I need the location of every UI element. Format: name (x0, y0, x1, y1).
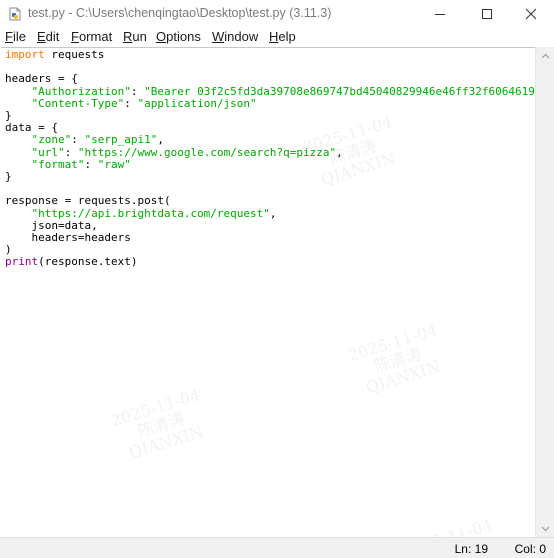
menu-bar: File Edit Format Run Options Window Help (0, 28, 554, 47)
separator: : (71, 133, 85, 147)
menu-window[interactable]: Window (212, 29, 258, 44)
code-line-15: json=data, (5, 218, 98, 232)
code-line-3: headers = { (5, 72, 78, 86)
status-column-number: Col: 0 (514, 542, 546, 556)
menu-edit-label: dit (45, 29, 60, 44)
menu-help-label: elp (278, 29, 296, 44)
code-line-11: } (5, 170, 12, 184)
separator: : (84, 157, 98, 171)
string-literal: "application/json" (137, 96, 257, 110)
menu-format[interactable]: Format (71, 29, 112, 44)
code-line-10: "format": "raw" (5, 158, 131, 171)
watermark: 2025-11-04 (400, 515, 495, 538)
close-button[interactable] (508, 0, 554, 28)
keyword-import: import (5, 48, 45, 61)
code-line-16: headers=headers (5, 231, 131, 245)
scroll-up-button[interactable] (536, 47, 554, 64)
minimize-icon (435, 14, 445, 15)
minimize-button[interactable] (417, 0, 463, 28)
chevron-up-icon (541, 53, 550, 58)
string-literal: "Bearer 03f2c5fd3da39708e869747bd4504082… (144, 84, 535, 98)
menu-file-mnemonic: F (5, 29, 13, 44)
code-line-7: data = { (5, 121, 58, 135)
menu-options[interactable]: Options (156, 29, 201, 44)
status-line-number: Ln: 19 (454, 542, 488, 556)
separator: : (64, 145, 78, 159)
string-literal: "format" (31, 157, 85, 171)
menu-window-label: indow (224, 29, 259, 44)
menu-run-label: un (132, 29, 147, 44)
code-line-1: import requests (5, 48, 104, 61)
code-line-17: ) (5, 243, 12, 257)
builtin-print: print (5, 255, 39, 269)
string-literal: "Content-Type" (31, 96, 125, 110)
python-file-icon (9, 7, 21, 21)
watermark-date: 2025-11-04 (345, 320, 440, 366)
separator: : (124, 96, 138, 110)
print-args: (response.text) (38, 255, 138, 269)
code-line-5: "Content-Type": "application/json" (5, 97, 257, 110)
string-literal: "https://api.brightdata.com/request" (31, 206, 270, 220)
watermark-name: 陈清涛 (135, 408, 187, 441)
vertical-scrollbar[interactable] (535, 47, 554, 537)
string-literal: "serp_api1" (84, 133, 158, 147)
menu-format-label: ormat (78, 29, 113, 44)
menu-format-mnemonic: F (71, 29, 79, 44)
title-bar[interactable]: test.py - C:\Users\chenqingtao\Desktop\t… (0, 0, 554, 28)
string-literal: "url" (31, 145, 65, 159)
import-target: requests (44, 48, 105, 61)
watermark-date: 2025-11-04 (108, 385, 203, 431)
watermark-date: 2025-11-04 (400, 515, 495, 538)
menu-file-label: ile (12, 29, 26, 44)
menu-edit[interactable]: Edit (37, 29, 59, 44)
watermark: 2025-11-04 陈清涛 QIANXIN (108, 385, 213, 465)
watermark-org: QIANXIN (126, 421, 206, 463)
code-line-18: print(response.text) (5, 255, 137, 268)
code-line-14: "https://api.brightdata.com/request", (5, 207, 277, 220)
string-literal: "Authorization" (31, 84, 131, 98)
code-line-4: "Authorization": "Bearer 03f2c5fd3da3970… (5, 85, 535, 98)
menu-run[interactable]: Run (123, 29, 147, 44)
watermark: 2025-11-04 陈清涛 QIANXIN (345, 320, 450, 400)
window-title: test.py - C:\Users\chenqingtao\Desktop\t… (28, 6, 332, 20)
code-line-13: response = requests.post( (5, 194, 171, 208)
code-line-6: } (5, 109, 12, 123)
scroll-down-button[interactable] (536, 520, 554, 537)
code-text: import requests headers = { "Authorizati… (5, 48, 535, 269)
string-literal: "raw" (97, 157, 131, 171)
string-literal: "https://www.google.com/search?q=pizza" (77, 145, 337, 159)
separator: , (336, 145, 343, 159)
menu-options-label: ptions (166, 29, 201, 44)
separator: , (269, 206, 277, 220)
separator: : (130, 84, 145, 98)
code-line-9: "url": "https://www.google.com/search?q=… (5, 146, 343, 159)
menu-options-mnemonic: O (156, 29, 167, 44)
close-icon (525, 8, 537, 20)
maximize-button[interactable] (464, 0, 510, 28)
maximize-icon (482, 9, 492, 19)
menu-help[interactable]: Help (269, 29, 296, 44)
chevron-down-icon (541, 526, 550, 531)
separator: , (157, 133, 164, 147)
menu-window-mnemonic: W (212, 29, 225, 44)
menu-run-mnemonic: R (123, 29, 133, 44)
code-line-8: "zone": "serp_api1", (5, 133, 164, 146)
menu-help-mnemonic: H (269, 29, 279, 44)
idle-editor-window: test.py - C:\Users\chenqingtao\Desktop\t… (0, 0, 554, 558)
watermark-org: QIANXIN (363, 356, 443, 398)
code-editor[interactable]: import requests headers = { "Authorizati… (1, 47, 535, 538)
status-bar: Ln: 19 Col: 0 (0, 537, 554, 558)
menu-file[interactable]: File (5, 29, 26, 44)
menu-edit-mnemonic: E (37, 29, 46, 44)
watermark-name: 陈清涛 (372, 343, 424, 376)
string-literal: "zone" (31, 133, 72, 147)
